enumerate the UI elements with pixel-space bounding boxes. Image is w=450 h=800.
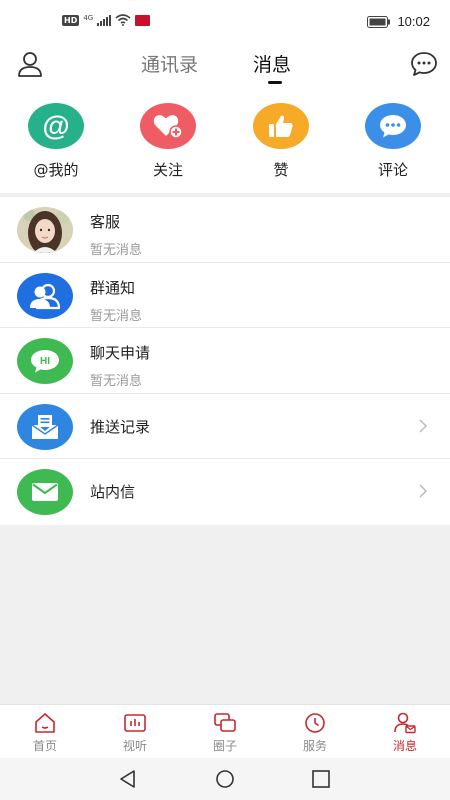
- circle-chat-icon: [214, 713, 236, 732]
- item-title: 客服: [90, 213, 121, 231]
- item-subtitle: 暂无消息: [90, 243, 143, 258]
- chat-bubble-icon[interactable]: [410, 50, 438, 78]
- signal-icon: [97, 14, 112, 26]
- nav-label: 首页: [32, 739, 57, 753]
- header: 通讯录 消息: [0, 42, 450, 92]
- status-time: 10:02: [397, 14, 430, 29]
- status-right: 10:02: [367, 14, 430, 29]
- message-user-icon: [394, 712, 416, 734]
- quick-actions: @ @我的 关注 赞 评论: [0, 92, 450, 193]
- list-item-chat-request[interactable]: HI 聊天申请 暂无消息: [0, 328, 450, 394]
- inbox-icon: [17, 403, 73, 450]
- quick-action-label: 关注: [152, 161, 183, 179]
- hi-bubble-icon: HI: [17, 338, 73, 385]
- list-item-site-mail[interactable]: 站内信: [0, 459, 450, 525]
- nav-label: 圈子: [212, 739, 237, 753]
- quick-action-comments[interactable]: 评论: [353, 103, 433, 180]
- at-icon: @: [28, 103, 84, 149]
- status-bar: HD 4G 10:02: [0, 0, 450, 42]
- tab-messages[interactable]: 消息: [253, 50, 291, 77]
- recents-icon[interactable]: [311, 769, 331, 789]
- list-item-customer-service[interactable]: 客服 暂无消息: [0, 197, 450, 263]
- home-circle-icon[interactable]: [215, 769, 235, 789]
- nav-label: 消息: [392, 739, 417, 753]
- item-subtitle: 暂无消息: [90, 374, 143, 390]
- battery-icon: [367, 15, 391, 28]
- nav-service[interactable]: 服务: [285, 712, 345, 754]
- item-title: 推送记录: [90, 417, 151, 436]
- wifi-icon: [115, 14, 131, 26]
- nav-label: 服务: [302, 739, 327, 753]
- home-icon: [35, 713, 55, 733]
- nav-home[interactable]: 首页: [15, 712, 75, 754]
- network-type: 4G: [83, 14, 94, 22]
- item-title: 聊天申请: [90, 344, 151, 363]
- heart-plus-icon: [140, 103, 196, 149]
- tab-contacts[interactable]: 通讯录: [141, 50, 198, 77]
- group-icon: [17, 272, 73, 319]
- list-item-push-records[interactable]: 推送记录: [0, 394, 450, 460]
- nav-messages[interactable]: 消息: [375, 712, 435, 754]
- svg-text:HI: HI: [40, 356, 50, 367]
- user-profile-icon[interactable]: [16, 50, 44, 78]
- quick-action-at-me[interactable]: @ @我的: [16, 103, 96, 180]
- nav-circle[interactable]: 圈子: [195, 712, 255, 754]
- item-title: 群通知: [90, 278, 136, 297]
- avatar: [17, 207, 73, 253]
- app-notification-icon: [135, 14, 151, 26]
- thumbs-up-icon: [253, 103, 309, 149]
- active-tab-indicator: [268, 81, 282, 84]
- chevron-right-icon: [419, 484, 428, 498]
- media-icon: [124, 714, 146, 732]
- status-left: HD 4G: [62, 14, 151, 26]
- quick-action-follow[interactable]: 关注: [128, 103, 208, 180]
- back-icon[interactable]: [118, 769, 138, 789]
- hd-badge: HD: [62, 14, 80, 26]
- message-list: 客服 暂无消息 群通知 暂无消息 HI 聊天申请 暂无消息 推送记录 站内信: [0, 197, 450, 525]
- comment-icon: [365, 103, 421, 149]
- quick-action-likes[interactable]: 赞: [241, 103, 321, 180]
- envelope-icon: [17, 469, 73, 516]
- quick-action-label: 赞: [273, 161, 289, 179]
- item-title: 站内信: [90, 483, 136, 502]
- list-item-group-notice[interactable]: 群通知 暂无消息: [0, 263, 450, 329]
- item-subtitle: 暂无消息: [90, 308, 143, 324]
- nav-label: 视听: [122, 739, 147, 753]
- chevron-right-icon: [419, 419, 428, 433]
- bottom-nav: 首页 视听 圈子 服务 消息: [0, 704, 450, 758]
- system-nav-bar: [0, 758, 450, 800]
- nav-media[interactable]: 视听: [105, 712, 165, 754]
- quick-action-label: 评论: [377, 161, 408, 179]
- clock-icon: [305, 713, 325, 733]
- quick-action-label: @我的: [33, 161, 79, 179]
